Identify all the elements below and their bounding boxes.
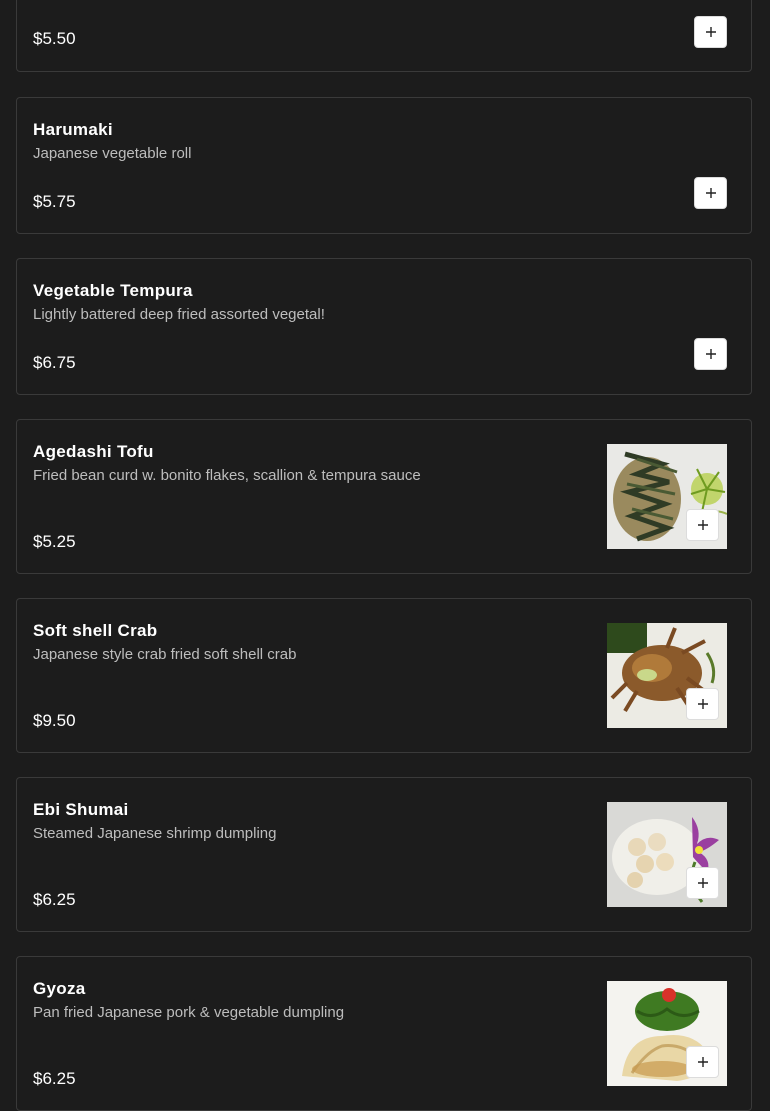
plus-icon (697, 1057, 708, 1067)
item-description: Steamed Japanese shrimp dumpling (33, 825, 277, 842)
plus-icon (705, 188, 716, 198)
menu-item-card[interactable]: Ebi Shumai Steamed Japanese shrimp dumpl… (16, 777, 752, 932)
item-description: Lightly battered deep fried assorted veg… (33, 306, 325, 323)
item-price: $6.75 (33, 353, 76, 372)
item-name: Soft shell Crab (33, 621, 158, 640)
menu-item-card[interactable]: Gyoza Pan fried Japanese pork & vegetabl… (16, 956, 752, 1111)
item-description: Fried bean curd w. bonito flakes, scalli… (33, 467, 421, 484)
item-price: $5.75 (33, 192, 76, 211)
item-name: Ebi Shumai (33, 800, 129, 819)
item-price: $6.25 (33, 890, 76, 909)
add-to-cart-button[interactable] (694, 16, 727, 48)
item-photo[interactable] (607, 981, 727, 1086)
item-photo[interactable] (607, 802, 727, 907)
item-name: Gyoza (33, 979, 86, 998)
add-to-cart-button[interactable] (686, 509, 719, 541)
menu-item-card[interactable]: Harumaki Japanese vegetable roll $5.75 (16, 97, 752, 234)
add-to-cart-button[interactable] (686, 1046, 719, 1078)
item-description: Japanese style crab fried soft shell cra… (33, 646, 297, 663)
item-price: $5.25 (33, 532, 76, 551)
plus-icon (705, 349, 716, 359)
menu-item-card[interactable]: Soft shell Crab Japanese style crab frie… (16, 598, 752, 753)
item-price: $9.50 (33, 711, 76, 730)
item-description: Japanese vegetable roll (33, 145, 192, 162)
menu-item-card[interactable]: Vegetable Tempura Lightly battered deep … (16, 258, 752, 395)
item-photo[interactable] (607, 623, 727, 728)
plus-icon (697, 520, 708, 530)
plus-icon (705, 27, 716, 37)
add-to-cart-button[interactable] (694, 338, 727, 370)
menu-item-card[interactable]: $5.50 (16, 0, 752, 72)
add-to-cart-button[interactable] (694, 177, 727, 209)
item-price: $6.25 (33, 1069, 76, 1088)
add-to-cart-button[interactable] (686, 867, 719, 899)
item-description: Pan fried Japanese pork & vegetable dump… (33, 1004, 345, 1021)
menu-item-card[interactable]: Agedashi Tofu Fried bean curd w. bonito … (16, 419, 752, 574)
item-name: Agedashi Tofu (33, 442, 154, 461)
plus-icon (697, 699, 708, 709)
item-name: Harumaki (33, 120, 113, 139)
item-price: $5.50 (33, 29, 76, 48)
item-photo[interactable] (607, 444, 727, 549)
add-to-cart-button[interactable] (686, 688, 719, 720)
plus-icon (697, 878, 708, 888)
item-name: Vegetable Tempura (33, 281, 193, 300)
